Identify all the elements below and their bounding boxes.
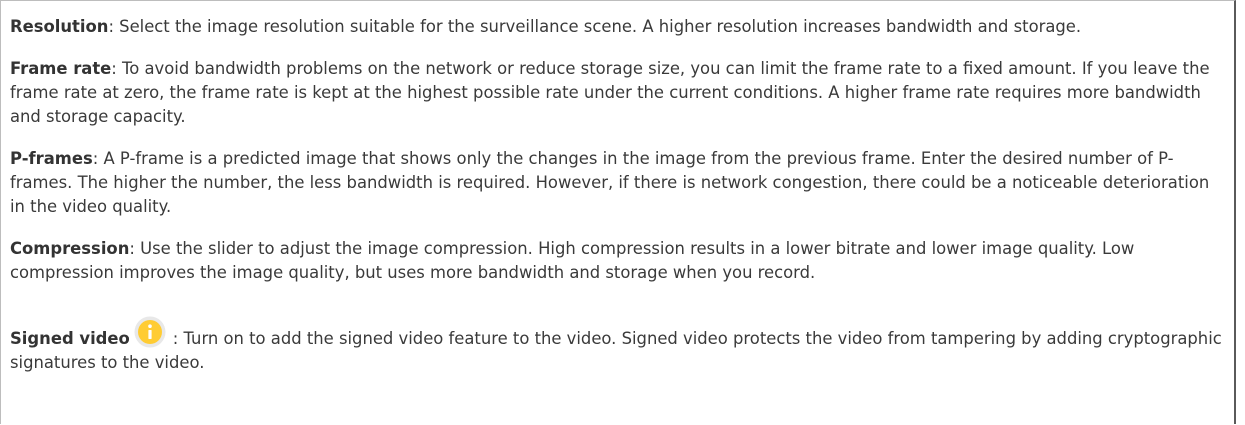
- frame-rate-paragraph: Frame rate: To avoid bandwidth problems …: [10, 57, 1226, 129]
- resolution-description: : Select the image resolution suitable f…: [108, 17, 1082, 36]
- info-icon-graphic: [134, 316, 166, 348]
- p-frames-paragraph: P-frames: A P-frame is a predicted image…: [10, 147, 1226, 219]
- document-body: Resolution: Select the image resolution …: [10, 15, 1226, 393]
- compression-term: Compression: [10, 239, 130, 258]
- compression-paragraph: Compression: Use the slider to adjust th…: [10, 237, 1226, 285]
- frame-rate-description: : To avoid bandwidth problems on the net…: [10, 59, 1210, 126]
- info-icon: [134, 316, 166, 348]
- resolution-term: Resolution: [10, 17, 109, 36]
- signed-video-paragraph: Signed video: Turn on to add the signed …: [10, 316, 1226, 375]
- p-frames-description: : A P-frame is a predicted image that sh…: [10, 149, 1210, 216]
- compression-description: : Use the slider to adjust the image com…: [10, 239, 1135, 282]
- frame-rate-term: Frame rate: [10, 59, 112, 78]
- resolution-paragraph: Resolution: Select the image resolution …: [10, 15, 1226, 39]
- p-frames-term: P-frames: [10, 149, 93, 168]
- signed-video-term: Signed video: [10, 329, 130, 348]
- signed-video-description: : Turn on to add the signed video featur…: [10, 329, 1222, 372]
